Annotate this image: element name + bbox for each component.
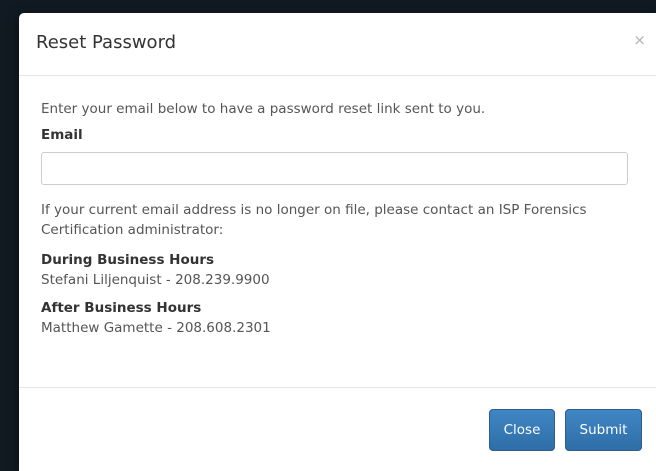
contact-details: Matthew Gamette - 208.608.2301	[41, 320, 271, 336]
submit-button[interactable]: Submit	[565, 409, 642, 451]
email-field[interactable]	[41, 152, 628, 185]
after-hours-contact: After Business Hours Matthew Gamette - 2…	[41, 298, 642, 338]
contact-heading: During Business Hours	[41, 252, 215, 268]
modal-title: Reset Password	[36, 32, 177, 53]
contact-heading: After Business Hours	[41, 300, 202, 316]
modal-header: Reset Password ×	[19, 13, 656, 76]
contact-details: Stefani Liljenquist - 208.239.9900	[41, 272, 270, 288]
email-label: Email	[41, 127, 83, 143]
modal-footer: Close Submit	[19, 387, 656, 471]
reset-password-dialog: Reset Password × Enter your email below …	[19, 13, 656, 471]
contact-note: If your current email address is no long…	[41, 202, 587, 238]
intro-text: Enter your email below to have a passwor…	[41, 101, 486, 117]
close-button[interactable]: Close	[489, 409, 555, 451]
modal-body: Enter your email below to have a passwor…	[19, 76, 656, 338]
close-icon[interactable]: ×	[633, 33, 646, 48]
business-hours-contact: During Business Hours Stefani Liljenquis…	[41, 250, 642, 290]
